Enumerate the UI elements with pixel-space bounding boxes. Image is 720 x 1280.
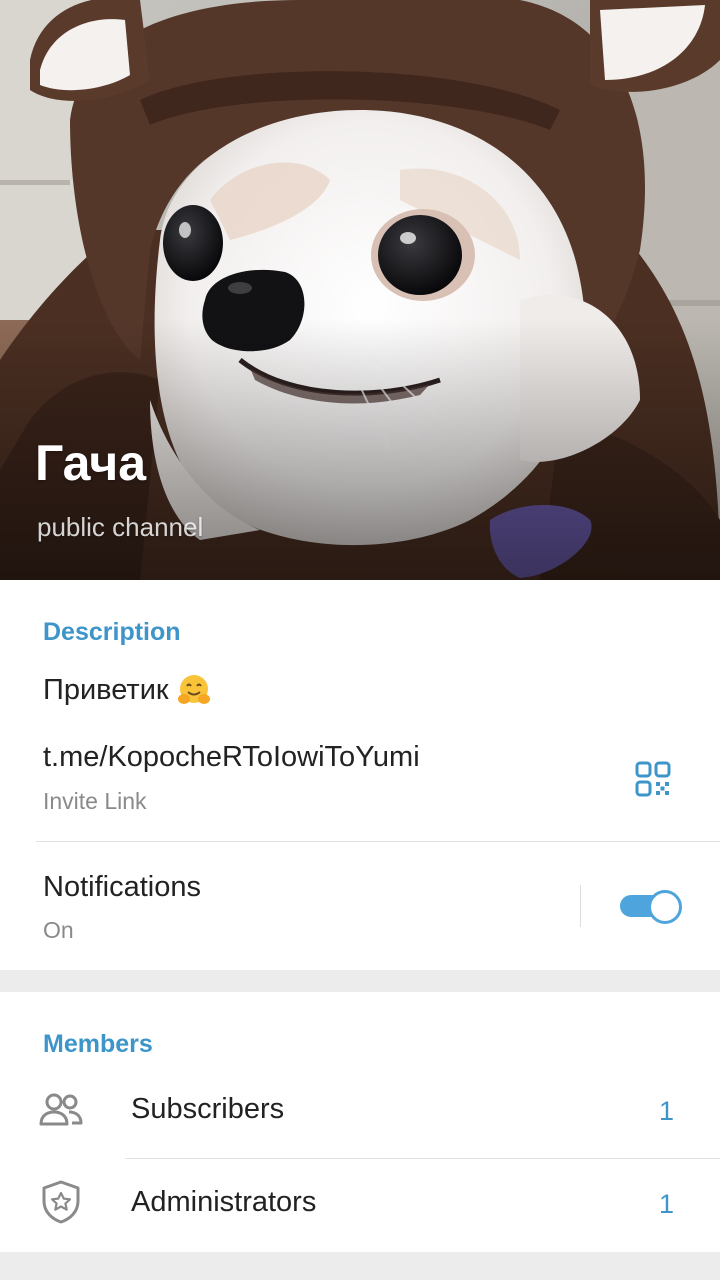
notifications-row[interactable] (0, 842, 580, 970)
subscribers-row[interactable]: Subscribers 1 (0, 1066, 720, 1156)
invite-link[interactable]: t.me/KopocheRToIowiToYumi (43, 741, 420, 774)
administrators-label: Administrators (131, 1186, 317, 1218)
members-card: Members Subscribers 1 Administrators 1 (0, 992, 720, 1252)
toggle-knob (648, 890, 682, 924)
info-card: Description Приветик t.me/KopocheRToIowi… (0, 580, 720, 970)
description-text: Приветик (43, 673, 169, 706)
channel-title: Гача (35, 435, 147, 491)
channel-type-subtitle: public channel (37, 512, 204, 542)
notifications-toggle[interactable] (618, 888, 682, 924)
members-section-title: Members (43, 1030, 153, 1058)
invite-link-caption: Invite Link (43, 788, 147, 814)
shield-star-icon (42, 1180, 80, 1224)
notifications-label: Notifications (43, 871, 201, 903)
qr-code-button[interactable] (628, 754, 678, 804)
subscribers-label: Subscribers (131, 1093, 285, 1125)
users-icon (39, 1093, 83, 1126)
notifications-status: On (43, 917, 74, 943)
subscribers-count: 1 (658, 1096, 674, 1126)
channel-header: Гача public channel (0, 0, 720, 580)
bottom-background (0, 1252, 720, 1280)
administrators-row[interactable]: Administrators 1 (0, 1159, 720, 1249)
administrators-count: 1 (658, 1189, 674, 1219)
hugging-face-emoji (177, 675, 210, 704)
description-section-title: Description (43, 618, 181, 646)
channel-info-screen: Гача public channel Description Приветик… (0, 0, 720, 1280)
vertical-separator (580, 885, 581, 927)
channel-avatar-photo[interactable] (0, 0, 720, 580)
qr-code-icon (635, 761, 671, 797)
channel-description[interactable]: Приветик (43, 673, 211, 707)
